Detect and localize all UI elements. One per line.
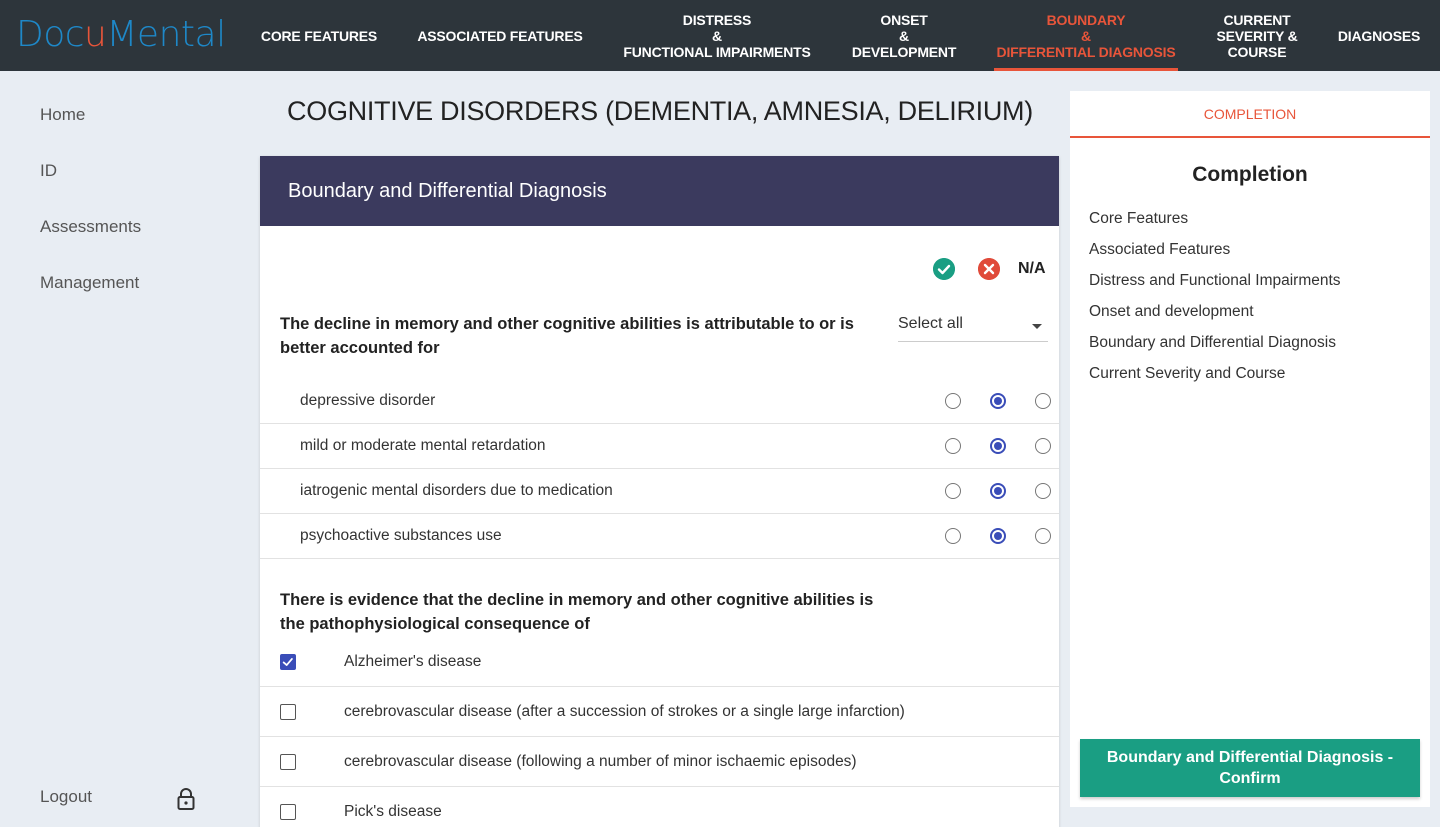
- tab-completion[interactable]: COMPLETION: [1070, 91, 1430, 138]
- lock-icon[interactable]: [176, 787, 196, 811]
- radio-no[interactable]: [990, 393, 1006, 409]
- radio-yes[interactable]: [945, 393, 961, 409]
- check-circle-icon: [933, 258, 955, 280]
- radio-na[interactable]: [1035, 483, 1051, 499]
- nav-boundary-differential-diagnosis[interactable]: BOUNDARY & DIFFERENTIAL DIAGNOSIS: [994, 0, 1178, 71]
- list-item: cerebrovascular disease (after a success…: [260, 687, 1059, 737]
- x-circle-icon: [978, 258, 1000, 280]
- checkbox-checked[interactable]: [280, 654, 296, 670]
- chevron-down-icon: [1032, 324, 1042, 329]
- checkbox[interactable]: [280, 754, 296, 770]
- sidebar-item-assessments[interactable]: Assessments: [40, 217, 141, 237]
- nav-onset-development[interactable]: ONSET & DEVELOPMENT: [848, 0, 960, 71]
- logout-link[interactable]: Logout: [40, 787, 92, 807]
- boundary-diagnosis-card: Boundary and Differential Diagnosis N/A …: [260, 156, 1059, 827]
- card-header: Boundary and Differential Diagnosis: [260, 156, 1059, 226]
- list-item: cerebrovascular disease (following a num…: [260, 737, 1059, 787]
- list-item: Alzheimer's disease: [260, 637, 1059, 687]
- na-label: N/A: [1018, 260, 1046, 277]
- nav-associated-features[interactable]: ASSOCIATED FEATURES: [414, 0, 586, 71]
- completion-item-distress[interactable]: Distress and Functional Impairments: [1089, 272, 1341, 290]
- confirm-button[interactable]: Boundary and Differential Diagnosis - Co…: [1080, 739, 1420, 797]
- nav-core-features[interactable]: CORE FEATURES: [258, 0, 380, 71]
- app-logo[interactable]: DocuMental: [16, 14, 226, 55]
- completion-item-onset[interactable]: Onset and development: [1089, 303, 1254, 321]
- radio-no[interactable]: [990, 438, 1006, 454]
- completion-item-associated-features[interactable]: Associated Features: [1089, 241, 1230, 259]
- radio-na[interactable]: [1035, 438, 1051, 454]
- nav-diagnoses[interactable]: DIAGNOSES: [1334, 0, 1424, 71]
- completion-panel: COMPLETION Completion Core Features Asso…: [1070, 91, 1430, 807]
- radio-na[interactable]: [1035, 393, 1051, 409]
- list-item: Pick's disease: [260, 787, 1059, 827]
- radio-yes[interactable]: [945, 528, 961, 544]
- radio-na[interactable]: [1035, 528, 1051, 544]
- completion-item-boundary[interactable]: Boundary and Differential Diagnosis: [1089, 334, 1336, 352]
- checkbox[interactable]: [280, 704, 296, 720]
- radio-yes[interactable]: [945, 483, 961, 499]
- completion-item-severity[interactable]: Current Severity and Course: [1089, 365, 1285, 383]
- top-navbar: DocuMental CORE FEATURES ASSOCIATED FEAT…: [0, 0, 1440, 71]
- question-attributable: The decline in memory and other cognitiv…: [280, 315, 854, 357]
- table-row: depressive disorder: [260, 379, 1059, 424]
- checkbox[interactable]: [280, 804, 296, 820]
- sidebar-item-management[interactable]: Management: [40, 273, 139, 293]
- table-row: psychoactive substances use: [260, 514, 1059, 559]
- radio-yes[interactable]: [945, 438, 961, 454]
- table-row: mild or moderate mental retardation: [260, 424, 1059, 469]
- nav-current-severity-course[interactable]: CURRENT SEVERITY & COURSE: [1212, 0, 1302, 71]
- radio-no[interactable]: [990, 528, 1006, 544]
- table-row: iatrogenic mental disorders due to medic…: [260, 469, 1059, 514]
- completion-title: Completion: [1192, 163, 1308, 186]
- sidebar-item-home[interactable]: Home: [40, 105, 85, 125]
- question-pathophysiological: There is evidence that the decline in me…: [280, 591, 874, 633]
- sidebar-item-id[interactable]: ID: [40, 161, 57, 181]
- radio-no[interactable]: [990, 483, 1006, 499]
- select-all-dropdown[interactable]: Select all: [898, 310, 1048, 342]
- page-title: COGNITIVE DISORDERS (DEMENTIA, AMNESIA, …: [287, 96, 1033, 126]
- nav-distress-functional-impairments[interactable]: DISTRESS & FUNCTIONAL IMPAIRMENTS: [620, 0, 814, 71]
- completion-item-core-features[interactable]: Core Features: [1089, 210, 1188, 228]
